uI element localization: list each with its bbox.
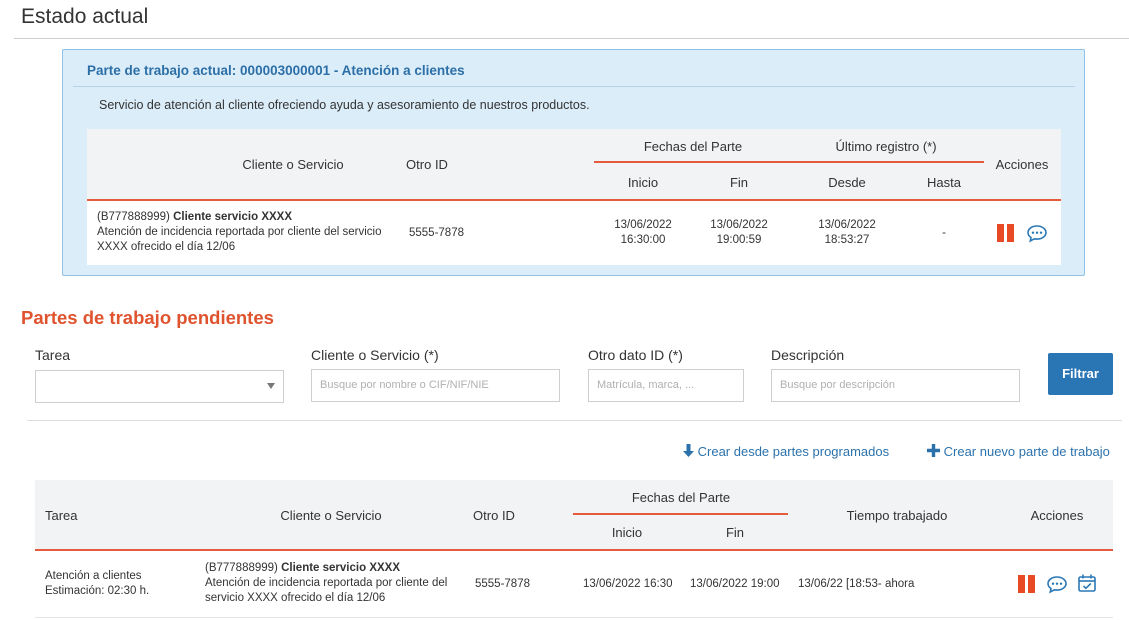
current-row-to: - <box>942 227 946 239</box>
col-last-record-group: Último registro (*) <box>835 139 937 154</box>
create-new-part-label: Crear nuevo parte de trabajo <box>943 444 1110 459</box>
plus-icon <box>927 444 940 457</box>
client-name: Cliente servicio XXXX <box>173 211 292 223</box>
col-from: Desde <box>828 175 866 190</box>
description-filter-label: Descripción <box>771 347 845 363</box>
current-row-other-id: 5555-7878 <box>409 227 464 239</box>
col-start: Inicio <box>611 525 643 540</box>
col-actions: Acciones <box>995 157 1049 172</box>
start-time: 16:30:00 <box>620 234 666 246</box>
task-select[interactable] <box>35 370 284 403</box>
current-work-description: Servicio de atención al cliente ofrecien… <box>99 98 590 112</box>
group-underline <box>594 161 984 163</box>
row-divider <box>35 617 1113 618</box>
other-id-input[interactable]: Matrícula, marca, ... <box>588 369 744 402</box>
pending-table-header: Tarea Cliente o Servicio Otro ID Fechas … <box>35 480 1113 549</box>
col-other-id: Otro ID <box>406 157 448 172</box>
col-client: Cliente o Servicio <box>280 508 382 523</box>
current-row-client: (B777888999) Cliente servicio XXXX Atenc… <box>97 210 397 255</box>
current-row-end: 13/06/2022 19:00:59 <box>689 218 789 248</box>
client-description-line: servicio XXXX ofrecido el día 12/06 <box>205 592 386 604</box>
current-work-title: Parte de trabajo actual: 000003000001 - … <box>87 63 465 78</box>
client-code: (B777888999) <box>205 562 278 574</box>
pending-section-title: Partes de trabajo pendientes <box>21 307 274 328</box>
client-description-line: Atención de incidencia reportada por cli… <box>97 226 382 238</box>
calendar-check-icon[interactable] <box>1077 573 1097 593</box>
arrow-down-icon <box>683 444 694 457</box>
current-work-panel: Parte de trabajo actual: 000003000001 - … <box>62 49 1085 276</box>
current-row-from: 13/06/2022 18:53:27 <box>797 218 897 248</box>
end-time: 19:00:59 <box>716 234 762 246</box>
page-title: Estado actual <box>21 5 149 28</box>
task-filter-label: Tarea <box>35 347 71 363</box>
filter-button[interactable]: Filtrar <box>1048 353 1113 395</box>
create-from-scheduled-label: Crear desde partes programados <box>697 444 890 459</box>
col-dates-group: Fechas del Parte <box>643 139 743 154</box>
col-task: Tarea <box>45 508 78 523</box>
create-new-part-link[interactable]: Crear nuevo parte de trabajo <box>927 444 1110 459</box>
start-date: 13/06/2022 <box>614 219 672 231</box>
current-row-start: 13/06/2022 16:30:00 <box>593 218 693 248</box>
client-code: (B777888999) <box>97 211 170 223</box>
client-name: Cliente servicio XXXX <box>281 562 400 574</box>
chevron-down-icon <box>267 383 275 389</box>
current-work-table: Cliente o Servicio Otro ID Fechas del Pa… <box>87 129 1061 265</box>
client-search-input[interactable]: Busque por nombre o CIF/NIF/NIE <box>311 369 560 402</box>
client-filter-label: Cliente o Servicio (*) <box>311 347 439 363</box>
title-divider <box>14 38 1129 39</box>
col-end: Fin <box>729 175 749 190</box>
task-estimate: Estimación: 02:30 h. <box>45 585 150 597</box>
task-name: Atención a clientes <box>45 570 142 582</box>
col-other-id: Otro ID <box>473 508 515 523</box>
current-table-header: Cliente o Servicio Otro ID Fechas del Pa… <box>87 129 1061 199</box>
section-divider <box>27 420 1122 421</box>
pause-icon[interactable] <box>1018 575 1036 593</box>
row-end: 13/06/2022 19:00 <box>690 578 780 590</box>
col-time-worked: Tiempo trabajado <box>846 508 948 523</box>
description-input[interactable]: Busque por descripción <box>771 369 1020 402</box>
col-dates-group: Fechas del Parte <box>631 490 731 505</box>
client-description-line: Atención de incidencia reportada por cli… <box>205 577 448 589</box>
dates-group-underline <box>573 513 788 515</box>
col-start: Inicio <box>627 175 659 190</box>
row-other-id: 5555-7878 <box>475 578 530 590</box>
pause-icon[interactable] <box>997 224 1015 242</box>
col-actions: Acciones <box>1030 508 1084 523</box>
current-header-underline <box>87 199 1061 201</box>
col-to: Hasta <box>927 175 961 190</box>
pending-header-underline <box>35 549 1113 551</box>
row-client: (B777888999) Cliente servicio XXXX Atenc… <box>205 561 465 606</box>
from-date: 13/06/2022 <box>818 219 876 231</box>
end-date: 13/06/2022 <box>710 219 768 231</box>
comment-icon[interactable] <box>1046 575 1068 594</box>
row-start: 13/06/2022 16:30 <box>583 578 673 590</box>
client-description-line: XXXX ofrecido el día 12/06 <box>97 241 236 253</box>
col-client: Cliente o Servicio <box>242 157 344 172</box>
row-time-worked: 13/06/22 [18:53- ahora <box>798 578 915 590</box>
create-from-scheduled-link[interactable]: Crear desde partes programados <box>683 444 889 459</box>
comment-icon[interactable] <box>1026 224 1048 243</box>
current-panel-divider <box>73 86 1075 87</box>
col-end: Fin <box>725 525 745 540</box>
other-id-filter-label: Otro dato ID (*) <box>588 347 683 363</box>
row-task: Atención a clientes Estimación: 02:30 h. <box>45 569 149 599</box>
from-time: 18:53:27 <box>824 234 870 246</box>
